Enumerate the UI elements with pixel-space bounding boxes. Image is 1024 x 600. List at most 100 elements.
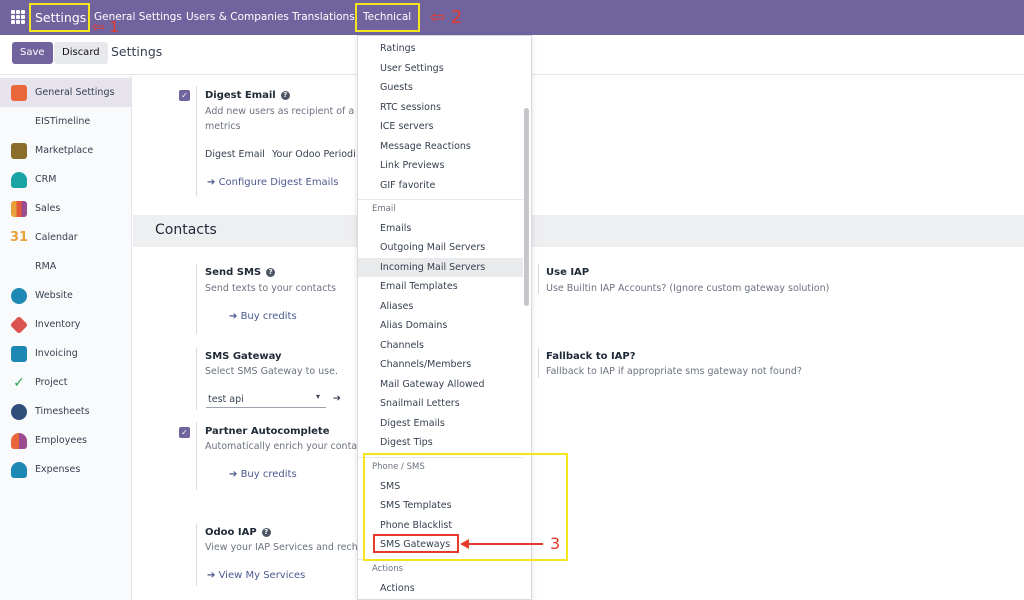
sidebar-item-label: Calendar — [35, 232, 78, 243]
breadcrumb: Settings — [111, 44, 163, 59]
menu-item-guests[interactable]: Guests — [358, 78, 523, 98]
menu-item-incoming-mail-servers[interactable]: Incoming Mail Servers — [358, 257, 523, 278]
divider — [196, 86, 197, 196]
send-sms-desc: Send texts to your contacts — [205, 283, 337, 294]
menu-item-digest-tips[interactable]: Digest Tips — [358, 433, 523, 453]
arrow-right-icon: ➔ — [229, 469, 241, 480]
menu-separator — [358, 199, 523, 200]
menu-item-digest-emails[interactable]: Digest Emails — [358, 414, 523, 434]
menu-item-alias-domains[interactable]: Alias Domains — [358, 316, 523, 336]
nav-menu-users-companies[interactable]: Users & Companies — [186, 0, 289, 35]
fallback-title: Fallback to IAP? — [546, 351, 636, 362]
sidebar-item-marketplace[interactable]: Marketplace — [0, 136, 132, 165]
sidebar-item-label: CRM — [35, 174, 57, 185]
sidebar-item-label: RMA — [35, 261, 57, 272]
settings-sidebar: General Settings EISTimeline Marketplace… — [0, 76, 132, 600]
menu-item-ratings[interactable]: Ratings — [358, 39, 523, 59]
calendar-icon: 31 — [9, 230, 29, 245]
divider — [196, 524, 197, 586]
dropdown-scrollbar[interactable] — [524, 108, 529, 306]
menu-item-snailmail-letters[interactable]: Snailmail Letters — [358, 394, 523, 414]
menu-item-message-reactions[interactable]: Message Reactions — [358, 137, 523, 157]
menu-item-channels[interactable]: Channels — [358, 336, 523, 356]
sidebar-item-employees[interactable]: Employees — [0, 426, 132, 455]
partner-autocomplete-title: Partner Autocomplete — [205, 426, 330, 437]
help-icon[interactable]: ? — [280, 91, 290, 100]
select-underline — [206, 407, 326, 408]
partner-autocomplete-desc: Automatically enrich your contac — [205, 441, 363, 452]
sidebar-item-label: Sales — [35, 203, 61, 214]
apps-grid-icon[interactable] — [11, 10, 25, 24]
sidebar-item-general-settings[interactable]: General Settings — [0, 78, 132, 107]
sidebar-item-eistimeline[interactable]: EISTimeline — [0, 107, 132, 136]
buy-credits-link-partner[interactable]: ➔ Buy credits — [229, 469, 297, 480]
view-my-services-link[interactable]: ➔ View My Services — [207, 570, 305, 581]
divider — [538, 264, 539, 294]
sidebar-item-crm[interactable]: CRM — [0, 165, 132, 194]
save-button[interactable]: Save — [12, 42, 53, 64]
menu-item-emails[interactable]: Emails — [358, 219, 523, 239]
annotation-step-2: ⇦ 2 — [430, 7, 463, 28]
sidebar-item-website[interactable]: Website — [0, 281, 132, 310]
digest-email-field[interactable]: Your Odoo Periodi — [272, 149, 356, 160]
digest-email-desc-2: metrics — [205, 121, 241, 132]
sms-gateway-select[interactable]: test api — [208, 394, 244, 405]
sidebar-item-rma[interactable]: RMA — [0, 252, 132, 281]
discard-button[interactable]: Discard — [54, 42, 108, 64]
section-title: Contacts — [155, 222, 217, 238]
odoo-iap-title: Odoo IAP? — [205, 527, 271, 538]
external-link-icon[interactable]: ➔ — [333, 393, 341, 404]
menu-item-channels-members[interactable]: Channels/Members — [358, 355, 523, 375]
website-icon — [11, 287, 27, 304]
help-icon[interactable]: ? — [261, 528, 271, 537]
caret-down-icon[interactable]: ▾ — [316, 392, 320, 401]
employees-icon — [11, 432, 27, 449]
sidebar-item-timesheets[interactable]: Timesheets — [0, 397, 132, 426]
menu-item-outgoing-mail-servers[interactable]: Outgoing Mail Servers — [358, 238, 523, 258]
nav-menu-translations[interactable]: Translations — [292, 0, 355, 35]
sidebar-item-label: Timesheets — [35, 406, 90, 417]
sidebar-item-label: General Settings — [35, 87, 115, 98]
use-iap-desc: Use Builtin IAP Accounts? (Ignore custom… — [546, 283, 830, 294]
inventory-icon — [9, 315, 29, 334]
sidebar-item-label: Project — [35, 377, 68, 388]
highlight-box-technical — [355, 3, 420, 32]
menu-item-gif-favorite[interactable]: GIF favorite — [358, 176, 523, 196]
sidebar-item-invoicing[interactable]: Invoicing — [0, 339, 132, 368]
sidebar-item-sales[interactable]: Sales — [0, 194, 132, 223]
settings-content: ✓ Digest Email? Add new users as recipie… — [133, 76, 1024, 600]
divider — [196, 264, 197, 334]
timesheets-icon — [11, 403, 27, 420]
help-icon[interactable]: ? — [266, 268, 276, 277]
partner-autocomplete-checkbox[interactable]: ✓ — [179, 427, 190, 438]
marketplace-icon — [11, 142, 27, 159]
buy-credits-link-sms[interactable]: ➔ Buy credits — [229, 311, 297, 322]
send-sms-title: Send SMS? — [205, 267, 276, 278]
sidebar-item-calendar[interactable]: 31 Calendar — [0, 223, 132, 252]
sidebar-item-label: Marketplace — [35, 145, 94, 156]
menu-item-link-previews[interactable]: Link Previews — [358, 156, 523, 176]
configure-digest-link[interactable]: ➔ Configure Digest Emails — [207, 177, 338, 188]
highlight-box-sms-gateways — [373, 534, 459, 553]
menu-header-actions: Actions — [372, 564, 404, 574]
menu-item-aliases[interactable]: Aliases — [358, 297, 523, 317]
sidebar-item-inventory[interactable]: Inventory — [0, 310, 132, 339]
digest-email-checkbox[interactable]: ✓ — [179, 90, 190, 101]
digest-email-title: Digest Email? — [205, 90, 290, 101]
menu-item-user-settings[interactable]: User Settings — [358, 59, 523, 79]
sms-gateway-title: SMS Gateway — [205, 351, 282, 362]
menu-item-mail-gateway-allowed[interactable]: Mail Gateway Allowed — [358, 375, 523, 395]
menu-item-actions[interactable]: Actions — [358, 579, 523, 599]
sidebar-item-label: Inventory — [35, 319, 81, 330]
menu-item-rtc-sessions[interactable]: RTC sessions — [358, 98, 523, 118]
sidebar-item-expenses[interactable]: Expenses — [0, 455, 132, 484]
sidebar-item-label: Employees — [35, 435, 87, 446]
invoicing-icon — [11, 345, 27, 362]
odoo-iap-desc: View your IAP Services and rech — [205, 542, 358, 553]
digest-email-desc: Add new users as recipient of a p — [205, 106, 364, 117]
section-header-contacts: Contacts — [133, 215, 1024, 247]
sidebar-item-project[interactable]: ✓ Project — [0, 368, 132, 397]
menu-item-ice-servers[interactable]: ICE servers — [358, 117, 523, 137]
menu-item-email-templates[interactable]: Email Templates — [358, 277, 523, 297]
crm-icon — [11, 171, 27, 188]
